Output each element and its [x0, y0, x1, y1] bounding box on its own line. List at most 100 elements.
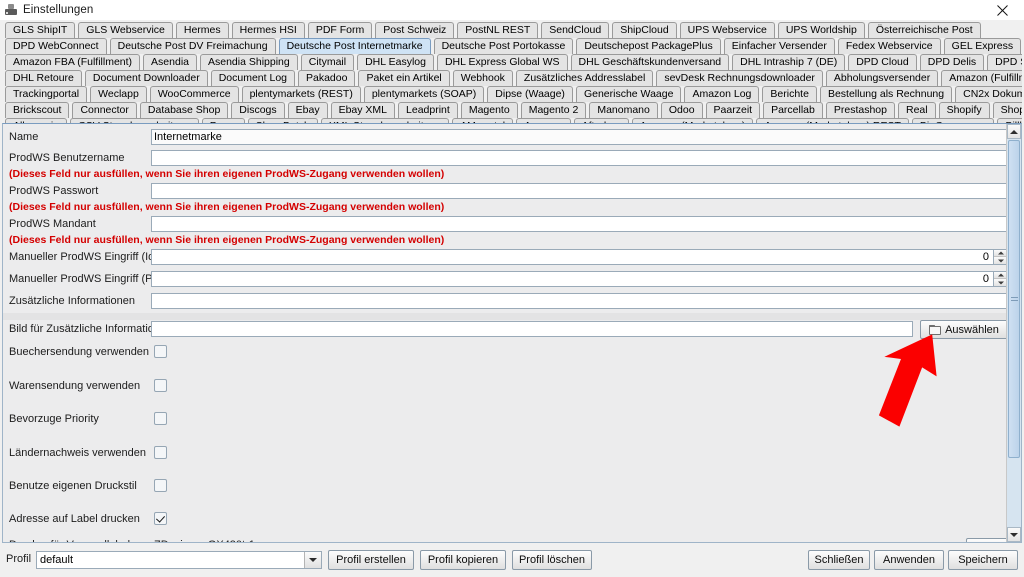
tab-zus-tzliches-addresslabel[interactable]: Zusätzliches Addresslabel — [515, 70, 654, 86]
tab-database-shop[interactable]: Database Shop — [139, 102, 229, 118]
tab-gls-webservice[interactable]: GLS Webservice — [78, 22, 173, 38]
tab-asendia[interactable]: Asendia — [143, 54, 197, 70]
tab-dpd-delis[interactable]: DPD Delis — [919, 54, 985, 70]
tab-prestashop[interactable]: Prestashop — [825, 102, 895, 118]
checkbox-warensendung[interactable] — [154, 379, 167, 392]
tab-plentymarkets-soap[interactable]: plentymarkets (SOAP) — [363, 86, 485, 102]
tab-dhl-retoure[interactable]: DHL Retoure — [5, 70, 82, 86]
tab-webhook[interactable]: Webhook — [452, 70, 513, 86]
tab-sevdesk-rechnungsdownloader[interactable]: sevDesk Rechnungsdownloader — [656, 70, 823, 86]
tab-magento-2[interactable]: Magento 2 — [520, 102, 587, 118]
checkbox-laendernachweis[interactable] — [154, 446, 167, 459]
create-profile-button[interactable]: Profil erstellen — [328, 550, 414, 570]
tab-woocommerce[interactable]: WooCommerce — [149, 86, 239, 102]
tab-asendia-shipping[interactable]: Asendia Shipping — [200, 54, 298, 70]
tab-real[interactable]: Real — [897, 102, 936, 118]
tab-dhl-express-global-ws[interactable]: DHL Express Global WS — [436, 54, 568, 70]
tab-einfacher-versender[interactable]: Einfacher Versender — [723, 38, 835, 54]
manual-price-input[interactable]: 0 — [151, 271, 994, 287]
tab-deutschepost-packageplus[interactable]: Deutschepost PackagePlus — [576, 38, 721, 54]
tab-amazon-fulfillment[interactable]: Amazon (Fulfillment) — [941, 70, 1022, 86]
tab-sendcloud[interactable]: SendCloud — [541, 22, 610, 38]
checkbox-bevorzuge-priority[interactable] — [154, 412, 167, 425]
tab-pdf-form[interactable]: PDF Form — [307, 22, 373, 38]
prodws-mandant-input[interactable] — [151, 216, 1008, 232]
tab-weclapp[interactable]: Weclapp — [90, 86, 147, 102]
apply-button[interactable]: Anwenden — [874, 550, 944, 570]
tab-dhl-intraship-7-de[interactable]: DHL Intraship 7 (DE) — [732, 54, 846, 70]
tab-dpd-cloud[interactable]: DPD Cloud — [848, 54, 917, 70]
tab-dhl-easylog[interactable]: DHL Easylog — [357, 54, 434, 70]
extra-info-input[interactable] — [151, 293, 1008, 309]
close-icon[interactable] — [980, 0, 1024, 20]
tab-document-downloader[interactable]: Document Downloader — [84, 70, 208, 86]
tab-postnl-rest[interactable]: PostNL REST — [457, 22, 539, 38]
tab-deutsche-post-internetmarke[interactable]: Deutsche Post Internetmarke — [278, 38, 431, 54]
name-input[interactable]: Internetmarke — [151, 129, 1008, 145]
tab-brickscout[interactable]: Brickscout — [5, 102, 70, 118]
tab-shopify[interactable]: Shopify — [938, 102, 990, 118]
vertical-scrollbar[interactable] — [1006, 124, 1021, 542]
tab-ups-webservice[interactable]: UPS Webservice — [679, 22, 775, 38]
tab-trackingportal[interactable]: Trackingportal — [5, 86, 88, 102]
tab-row-1: GLS ShipIT GLS Webservice Hermes Hermes HSI… — [2, 21, 1022, 38]
tab-shopware[interactable]: Shopware — [992, 102, 1022, 118]
tab-berichte[interactable]: Berichte — [762, 86, 817, 102]
tab-discogs[interactable]: Discogs — [231, 102, 285, 118]
profile-select[interactable]: default — [36, 551, 322, 569]
manual-id-input[interactable]: 0 — [151, 249, 994, 265]
prodws-username-input[interactable] — [151, 150, 1008, 166]
copy-profile-button[interactable]: Profil kopieren — [420, 550, 506, 570]
tab-ups-worldship[interactable]: UPS Worldship — [777, 22, 865, 38]
tab-paarzeit[interactable]: Paarzeit — [705, 102, 761, 118]
tab-plentymarkets-rest[interactable]: plentymarkets (REST) — [241, 86, 361, 102]
tab-leadprint[interactable]: Leadprint — [398, 102, 458, 118]
tab-hermes[interactable]: Hermes — [175, 22, 229, 38]
tab-dpd-shipperservice-ch[interactable]: DPD ShipperService (CH) — [987, 54, 1022, 70]
scrollbar-thumb[interactable] — [1008, 140, 1020, 458]
tab-odoo[interactable]: Odoo — [660, 102, 703, 118]
tab-connector[interactable]: Connector — [72, 102, 137, 118]
scrollbar-track[interactable] — [1007, 139, 1021, 527]
tab-magento[interactable]: Magento — [460, 102, 518, 118]
close-dialog-button[interactable]: Schließen — [808, 550, 870, 570]
tab-parcellab[interactable]: Parcellab — [763, 102, 823, 118]
tab-hermes-hsi[interactable]: Hermes HSI — [231, 22, 305, 38]
tab-ebay[interactable]: Ebay — [287, 102, 328, 118]
save-button[interactable]: Speichern — [948, 550, 1018, 570]
checkbox-buechersendung[interactable] — [154, 345, 167, 358]
tab-dpd-webconnect[interactable]: DPD WebConnect — [5, 38, 107, 54]
tab-deutsche-post-dv-freimachung[interactable]: Deutsche Post DV Freimachung — [109, 38, 276, 54]
tab-gls-shipit[interactable]: GLS ShipIT — [5, 22, 76, 38]
tab-paket-ein-artikel[interactable]: Paket ein Artikel — [358, 70, 450, 86]
tab-citymail[interactable]: Citymail — [300, 54, 355, 70]
edit-printer-button[interactable]: Edit — [966, 538, 1008, 542]
tab-amazon-fba-fulfillment[interactable]: Amazon FBA (Fulfillment) — [5, 54, 141, 70]
checkbox-eigener-druckstil[interactable] — [154, 479, 167, 492]
tab-amazon-log[interactable]: Amazon Log — [684, 86, 760, 102]
tab-sterreichische-post[interactable]: Österreichische Post — [867, 22, 981, 38]
tab-dipse-waage[interactable]: Dipse (Waage) — [487, 86, 573, 102]
tab-generische-waage[interactable]: Generische Waage — [575, 86, 682, 102]
checkbox-adresse-auf-label[interactable] — [154, 512, 167, 525]
select-file-button[interactable]: Auswählen — [920, 320, 1008, 339]
tab-shipcloud[interactable]: ShipCloud — [612, 22, 677, 38]
tab-document-log[interactable]: Document Log — [210, 70, 295, 86]
tab-post-schweiz[interactable]: Post Schweiz — [375, 22, 455, 38]
tab-abholungsversender[interactable]: Abholungsversender — [825, 70, 939, 86]
tab-fedex-webservice[interactable]: Fedex Webservice — [837, 38, 941, 54]
delete-profile-button[interactable]: Profil löschen — [512, 550, 592, 570]
chevron-down-icon[interactable] — [304, 552, 321, 568]
tab-cn2x-dokument[interactable]: CN2x Dokument — [955, 86, 1022, 102]
tab-gel-express[interactable]: GEL Express — [943, 38, 1022, 54]
prodws-password-input[interactable] — [151, 183, 1008, 199]
tab-dhl-gesch-ftskundenversand[interactable]: DHL Geschäftskundenversand — [570, 54, 730, 70]
tab-deutsche-post-portokasse[interactable]: Deutsche Post Portokasse — [433, 38, 574, 54]
tab-pakadoo[interactable]: Pakadoo — [298, 70, 356, 86]
scroll-down-icon[interactable] — [1007, 527, 1021, 542]
extra-info-image-input[interactable] — [151, 321, 913, 337]
tab-ebay-xml[interactable]: Ebay XML — [330, 102, 396, 118]
scroll-up-icon[interactable] — [1007, 124, 1021, 139]
tab-manomano[interactable]: Manomano — [589, 102, 658, 118]
tab-bestellung-als-rechnung[interactable]: Bestellung als Rechnung — [819, 86, 953, 102]
